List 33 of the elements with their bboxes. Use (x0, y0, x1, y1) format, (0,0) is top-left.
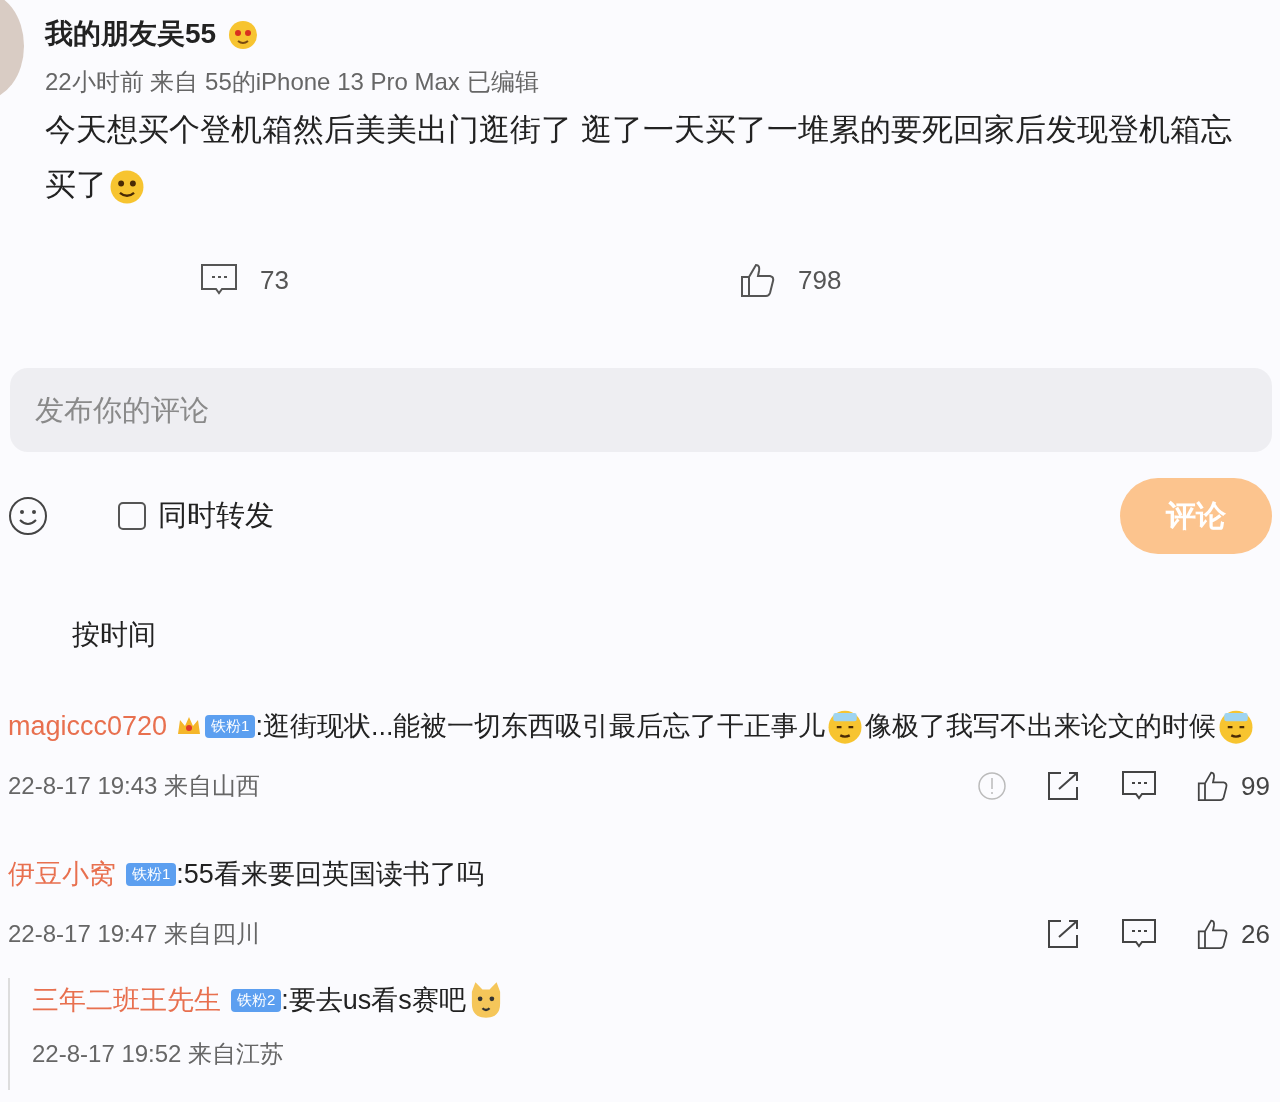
author-name[interactable]: 我的朋友吴55 (45, 15, 217, 53)
fan-badge: 铁粉2 (231, 988, 282, 1012)
post-text: 买了 (45, 167, 107, 202)
like-count: 99 (1241, 770, 1270, 802)
comment-text: :55看来要回英国读书了吗 (176, 858, 484, 891)
repost-checkbox[interactable] (118, 502, 146, 530)
like-count: 26 (1241, 918, 1270, 950)
reply-icon[interactable] (1121, 770, 1158, 802)
comment-text: :要去us看s赛吧 (281, 984, 466, 1017)
sort-tab[interactable]: 按时间 (72, 616, 156, 654)
post-text: 今天想买个登机箱然后美美出门逛街了 逛了一天买了一堆累的要死回家后发现登机箱忘 (45, 112, 1232, 147)
submit-button[interactable]: 评论 (1120, 478, 1272, 554)
like-count: 798 (798, 264, 842, 296)
comment-meta: 22-8-17 19:43 来自山西 (8, 771, 261, 801)
username[interactable]: 三年二班王先生 (32, 982, 221, 1018)
comment-meta: 22-8-17 19:52 来自江苏 (32, 1039, 286, 1069)
comment-input[interactable]: 发布你的评论 (10, 368, 1272, 452)
comment-text: :逛街现状...能被一切东西吸引最后忘了干正事儿 (255, 710, 826, 743)
comment-text: 像极了我写不出来论文的时候 (865, 710, 1217, 743)
like-icon[interactable] (740, 262, 776, 298)
username[interactable]: magiccc0720 (8, 710, 168, 742)
like-icon[interactable] (1197, 918, 1230, 950)
like-icon[interactable] (1197, 770, 1230, 802)
repost-label[interactable]: 同时转发 (158, 496, 274, 536)
fan-badge: 铁粉1 (205, 714, 256, 738)
post-meta: 22小时前 来自 55的iPhone 13 Pro Max 已编辑 (45, 67, 540, 97)
fan-badge: 铁粉1 (126, 862, 177, 886)
emoji-picker-icon[interactable] (8, 496, 48, 536)
reply-icon[interactable] (1121, 918, 1158, 950)
comment-meta: 22-8-17 19:47 来自四川 (8, 919, 261, 949)
comment-icon[interactable] (200, 263, 238, 297)
username[interactable]: 伊豆小窝 (8, 856, 116, 892)
comment-count: 73 (260, 264, 289, 296)
